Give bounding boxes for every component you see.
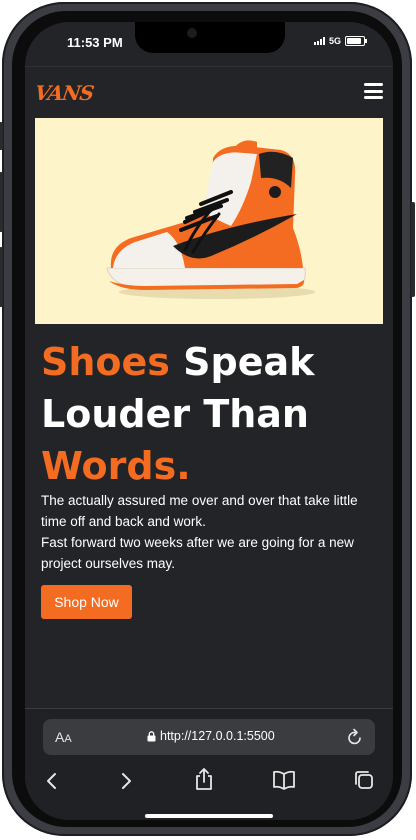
- aa-small: A: [64, 733, 72, 745]
- screen: 11:53 PM 5G VANS Shoes Speak Louder Than…: [25, 22, 393, 820]
- sneaker-icon: [106, 140, 315, 299]
- home-indicator[interactable]: [145, 814, 273, 818]
- tabs-icon[interactable]: [353, 769, 375, 791]
- url-display[interactable]: http://127.0.0.1:5500: [147, 729, 275, 743]
- hamburger-menu-icon[interactable]: [364, 83, 383, 99]
- shop-now-button[interactable]: Shop Now: [41, 585, 132, 619]
- back-icon[interactable]: [45, 771, 59, 791]
- site-header: VANS: [25, 66, 393, 115]
- volume-up-button: [0, 172, 3, 232]
- signal-icon: [313, 37, 325, 45]
- camera-icon: [187, 28, 197, 38]
- status-time: 11:53 PM: [67, 35, 123, 50]
- hero-heading: Shoes Speak Louder Than Words.: [41, 336, 381, 492]
- hero-description: The actually assured me over and over th…: [41, 490, 377, 574]
- lock-icon: [147, 730, 156, 741]
- aa-big: A: [55, 729, 65, 745]
- heading-accent-words: Words.: [41, 444, 191, 488]
- status-bar: 11:53 PM 5G: [25, 22, 393, 66]
- status-indicators: 5G: [313, 36, 367, 46]
- url-text: http://127.0.0.1:5500: [160, 729, 275, 743]
- description-line-1: The actually assured me over and over th…: [41, 493, 358, 529]
- notch: [135, 22, 285, 53]
- description-line-2: Fast forward two weeks after we are goin…: [41, 535, 354, 571]
- forward-icon[interactable]: [119, 771, 133, 791]
- heading-accent-shoes: Shoes: [41, 340, 170, 384]
- browser-toolbar: AA http://127.0.0.1:5500: [25, 708, 393, 820]
- browser-nav-row: [25, 765, 393, 797]
- bookmarks-icon[interactable]: [272, 770, 296, 790]
- share-icon[interactable]: [194, 767, 214, 791]
- battery-icon: [345, 36, 367, 46]
- power-button: [411, 202, 415, 297]
- text-size-button[interactable]: AA: [55, 729, 72, 745]
- hero-image: [35, 118, 383, 324]
- reload-icon[interactable]: [347, 728, 363, 746]
- volume-down-button: [0, 247, 3, 307]
- address-bar[interactable]: AA http://127.0.0.1:5500: [43, 719, 375, 755]
- network-label: 5G: [328, 36, 341, 46]
- mute-switch: [0, 122, 3, 150]
- brand-logo[interactable]: VANS: [33, 81, 95, 105]
